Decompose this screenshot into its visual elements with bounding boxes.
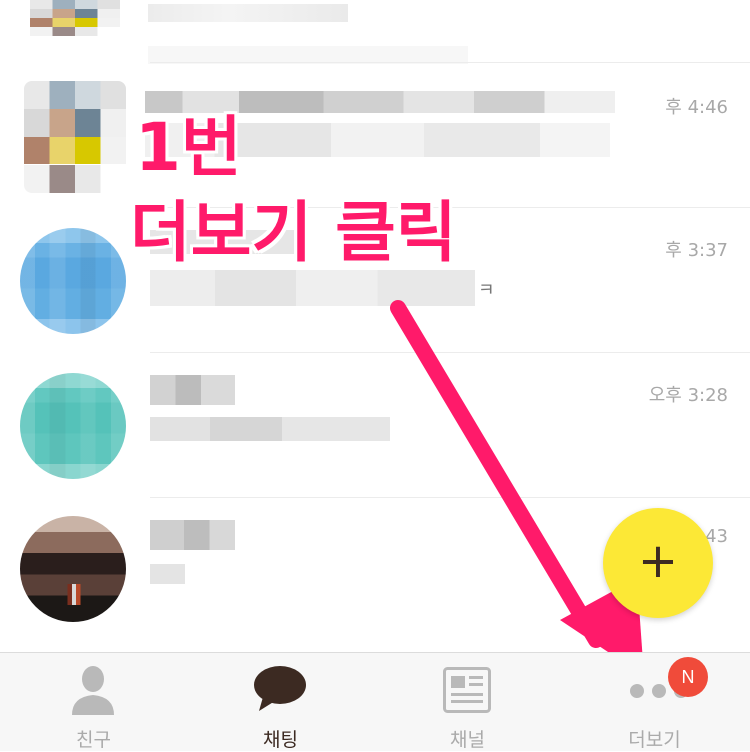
chat-preview xyxy=(150,417,390,441)
chat-name xyxy=(150,375,235,405)
chat-row[interactable]: 후 4:46 xyxy=(0,63,750,208)
person-icon xyxy=(72,666,114,715)
chat-preview xyxy=(150,270,475,306)
tab-label: 친구 xyxy=(76,729,111,751)
chat-time: 오후 3:28 xyxy=(648,385,728,406)
annotation-step-label: 1번 xyxy=(135,109,242,186)
tab-more[interactable]: 더보기 xyxy=(561,653,748,751)
chat-name xyxy=(150,520,235,550)
plus-icon: + xyxy=(637,533,679,589)
bottom-tab-bar: 친구 채팅 채널 더보기 xyxy=(0,652,750,751)
chat-row[interactable]: 오후 3:28 xyxy=(0,353,750,498)
notification-badge: N xyxy=(668,657,708,697)
chat-preview-tail: ㅋ xyxy=(478,280,495,301)
avatar xyxy=(20,516,126,622)
avatar xyxy=(20,373,126,479)
chat-row[interactable] xyxy=(0,0,750,64)
tab-friends[interactable]: 친구 xyxy=(0,653,187,751)
tab-chats[interactable]: 채팅 xyxy=(187,653,374,751)
newspaper-icon xyxy=(443,667,491,713)
tab-channel[interactable]: 채널 xyxy=(374,653,561,751)
chat-time: 후 4:46 xyxy=(665,97,728,118)
chat-time: 후 3:37 xyxy=(665,240,728,261)
new-chat-button[interactable]: + xyxy=(603,508,713,618)
tab-label: 채팅 xyxy=(263,729,298,751)
tab-label: 채널 xyxy=(450,729,485,751)
avatar xyxy=(30,0,120,36)
tab-label: 더보기 xyxy=(628,729,681,751)
annotation-instruction: 더보기 클릭 xyxy=(130,194,457,271)
chat-preview xyxy=(150,564,185,584)
chat-bubble-icon xyxy=(254,666,306,711)
avatar xyxy=(24,81,126,193)
avatar xyxy=(20,228,126,334)
